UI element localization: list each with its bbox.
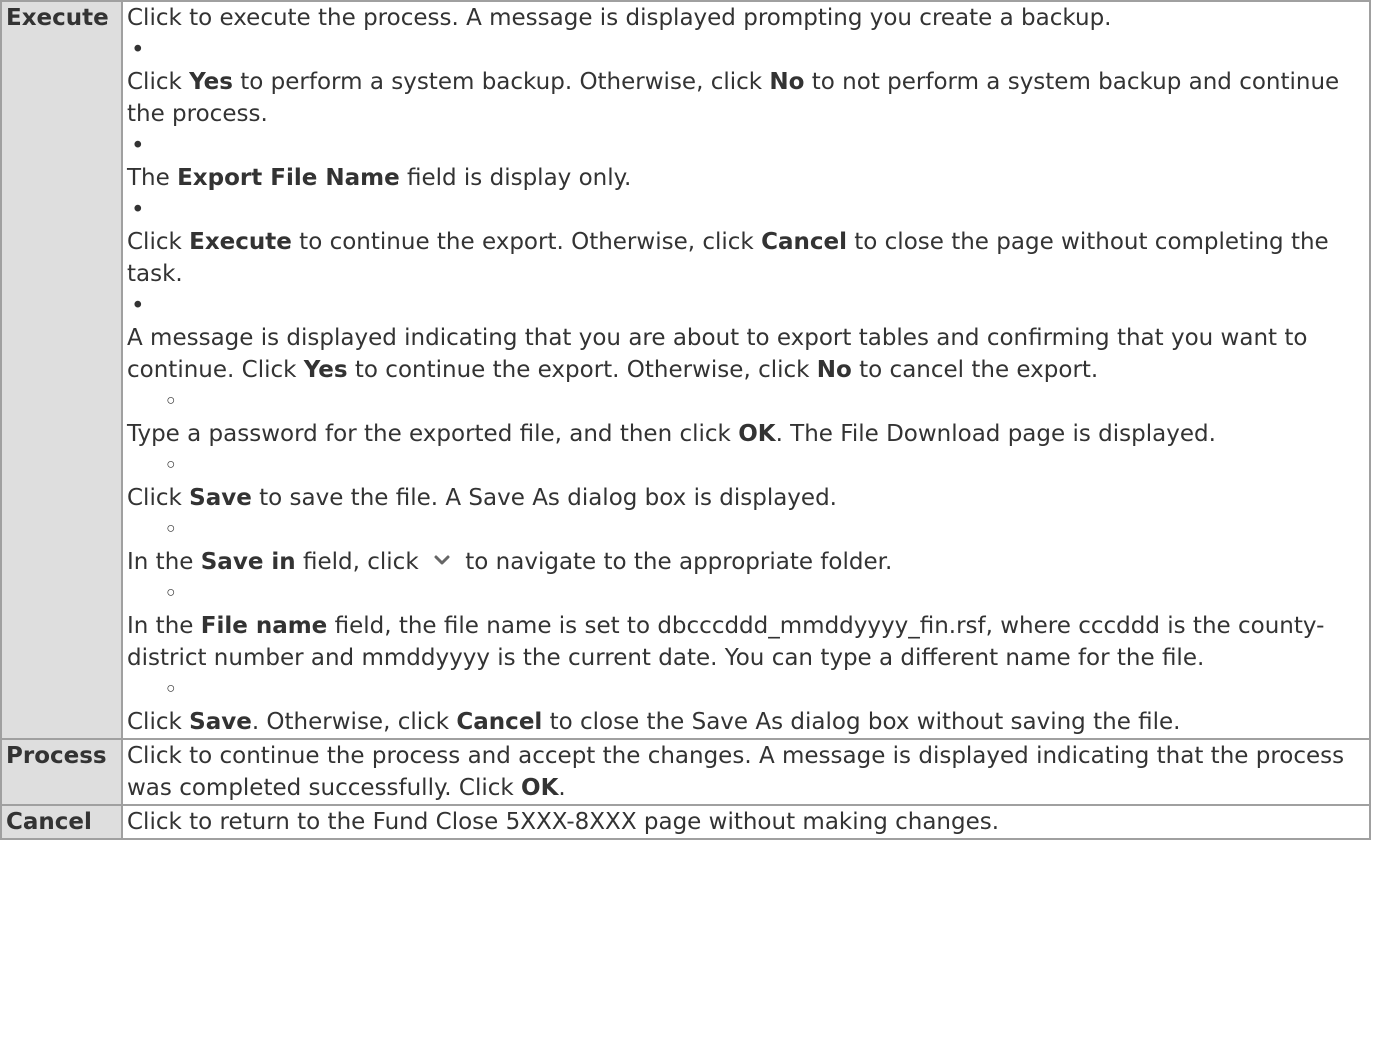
row-description-execute: Click to execute the process. A message … (121, 0, 1371, 740)
emphasis-save: Save (189, 709, 252, 735)
step-backup-text: Click Yes to perform a system backup. Ot… (127, 69, 1340, 127)
substep-password-text: Type a password for the exported file, a… (127, 421, 1216, 447)
substep-save-in-text: In the Save in field, click to navigate … (127, 548, 893, 575)
bullet-icon: • (131, 37, 145, 63)
emphasis-file-name: File name (200, 613, 328, 639)
step-export-file-name-text: The Export File Name field is display on… (127, 165, 632, 191)
emphasis-yes: Yes (189, 69, 233, 95)
circle-bullet-icon: ◦ (164, 677, 178, 703)
table-row-process: Process Click to continue the process an… (0, 738, 1371, 806)
emphasis-ok: OK (738, 421, 776, 447)
substep-final-save-text: Click Save. Otherwise, click Cancel to c… (127, 709, 1181, 735)
table-row-execute: Execute Click to execute the process. A … (0, 0, 1371, 740)
circle-bullet-icon: ◦ (164, 389, 178, 415)
table-row-cancel: Cancel Click to return to the Fund Close… (0, 804, 1371, 840)
circle-bullet-icon: ◦ (164, 517, 178, 543)
chevron-down-icon (426, 548, 458, 568)
emphasis-no: No (769, 69, 805, 95)
step-execute-text: Click Execute to continue the export. Ot… (127, 229, 1329, 287)
row-label-cancel: Cancel (0, 804, 123, 840)
circle-bullet-icon: ◦ (164, 453, 178, 479)
emphasis-save: Save (189, 485, 252, 511)
emphasis-save-in: Save in (200, 549, 296, 575)
execute-intro-text: Click to execute the process. A message … (127, 5, 1112, 31)
emphasis-execute: Execute (189, 229, 292, 255)
circle-bullet-icon: ◦ (164, 581, 178, 607)
bullet-icon: • (131, 197, 145, 223)
emphasis-cancel: Cancel (761, 229, 847, 255)
row-description-cancel: Click to return to the Fund Close 5XXX-8… (121, 804, 1371, 840)
emphasis-cancel: Cancel (456, 709, 543, 735)
bullet-icon: • (131, 133, 145, 159)
row-label-process: Process (0, 738, 123, 806)
emphasis-no: No (816, 357, 852, 383)
emphasis-ok: OK (521, 775, 559, 801)
button-description-table: Execute Click to execute the process. A … (0, 0, 1371, 840)
row-label-execute: Execute (0, 0, 123, 740)
substep-save-text: Click Save to save the file. A Save As d… (127, 485, 837, 511)
step-confirm-export-text: A message is displayed indicating that y… (127, 325, 1308, 383)
bullet-icon: • (131, 293, 145, 319)
emphasis-export-file-name: Export File Name (177, 165, 400, 191)
row-description-process: Click to continue the process and accept… (121, 738, 1371, 806)
emphasis-yes: Yes (303, 357, 348, 383)
substep-file-name-text: In the File name field, the file name is… (127, 613, 1325, 671)
